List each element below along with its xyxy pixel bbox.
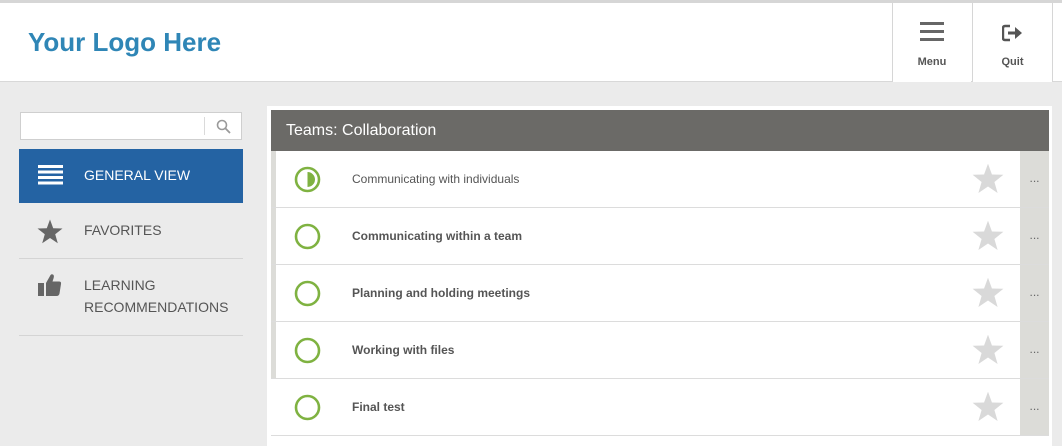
logo: Your Logo Here <box>28 27 222 57</box>
sidebar-item-label: GENERAL VIEW <box>84 167 191 183</box>
empty-progress-icon <box>294 223 321 250</box>
panel-title: Teams: Collaboration <box>286 122 437 139</box>
more-options-button[interactable]: ... <box>1020 322 1049 378</box>
list-item[interactable]: Planning and holding meetings ... <box>271 265 1049 322</box>
quit-button[interactable]: Quit <box>972 3 1053 82</box>
more-options-button[interactable]: ... <box>1020 208 1049 264</box>
more-options-button[interactable]: ... <box>1020 151 1049 207</box>
favorite-star-icon[interactable] <box>972 277 1004 308</box>
row-title[interactable]: Final test <box>352 400 405 414</box>
star-icon <box>37 219 63 244</box>
favorite-star-icon[interactable] <box>972 220 1004 251</box>
row-title[interactable]: Communicating with individuals <box>352 172 519 186</box>
search-icon[interactable] <box>216 119 231 134</box>
row-title[interactable]: Working with files <box>352 343 454 357</box>
top-bar: Your Logo Here Menu Quit <box>0 0 1062 82</box>
list-item[interactable]: Communicating with individuals ... <box>271 151 1049 208</box>
list-item[interactable]: Final test ... <box>271 379 1049 436</box>
sign-out-icon <box>1001 24 1022 42</box>
row-marker <box>271 265 276 321</box>
row-title[interactable]: Communicating within a team <box>352 229 522 243</box>
row-marker <box>271 151 276 207</box>
search-input[interactable] <box>23 115 205 139</box>
more-options-button[interactable]: ... <box>1020 379 1049 435</box>
favorite-star-icon[interactable] <box>972 391 1004 422</box>
empty-progress-icon <box>294 280 321 307</box>
list-item[interactable]: Working with files ... <box>271 322 1049 379</box>
half-progress-icon <box>294 166 321 193</box>
favorite-star-icon[interactable] <box>972 163 1004 194</box>
row-marker <box>271 208 276 264</box>
row-marker <box>271 322 276 378</box>
sidebar-item-general-view[interactable]: GENERAL VIEW <box>19 149 243 203</box>
hamburger-icon <box>920 22 944 41</box>
search-box <box>20 112 242 140</box>
search-divider <box>204 117 205 135</box>
more-options-button[interactable]: ... <box>1020 265 1049 321</box>
menu-button-label: Menu <box>917 56 947 68</box>
favorite-star-icon[interactable] <box>972 334 1004 365</box>
sidebar-item-label: FAVORITES <box>84 222 162 238</box>
list-icon <box>38 165 63 185</box>
panel-header: Teams: Collaboration <box>271 110 1049 151</box>
empty-progress-icon <box>294 337 321 364</box>
sidebar-item-label: LEARNING RECOMMENDATIONS <box>84 277 229 315</box>
thumbs-up-icon <box>38 274 62 296</box>
sidebar-item-favorites[interactable]: FAVORITES <box>19 203 243 259</box>
quit-button-label: Quit <box>1001 56 1024 68</box>
list-item[interactable]: Communicating within a team ... <box>271 208 1049 265</box>
empty-progress-icon <box>294 394 321 421</box>
row-title[interactable]: Planning and holding meetings <box>352 286 530 300</box>
sidebar-item-learning-recommendations[interactable]: LEARNING RECOMMENDATIONS <box>19 259 243 336</box>
menu-button[interactable]: Menu <box>892 3 971 82</box>
